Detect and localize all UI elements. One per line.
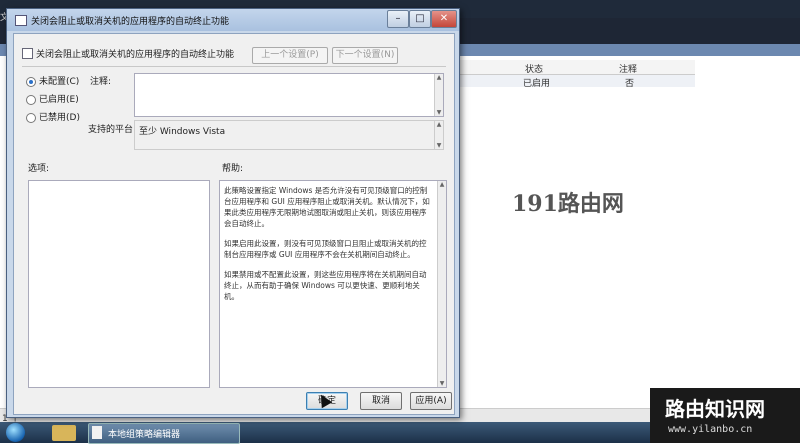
background-table-row[interactable]: 已启用 否 xyxy=(455,75,695,89)
scroll-down-icon[interactable]: ▼ xyxy=(438,380,446,387)
options-panel xyxy=(28,180,210,388)
apply-button[interactable]: 应用(A) xyxy=(410,392,452,410)
help-scrollbar[interactable]: ▲ ▼ xyxy=(437,181,446,387)
radio-not-configured[interactable]: 未配置(C) xyxy=(26,74,80,87)
window-icon xyxy=(15,15,27,26)
radio-dot xyxy=(26,94,36,105)
windows-start-icon[interactable] xyxy=(6,423,25,442)
policy-dialog: 关闭会阻止或取消关机的应用程序的自动终止功能 – □ ✕ 关闭会阻止或取消关机的… xyxy=(6,8,460,418)
help-text: 此策略设置指定 Windows 是否允许没有可见顶级窗口的控制台应用程序和 GU… xyxy=(224,185,430,311)
folder-icon[interactable] xyxy=(52,425,76,441)
setting-title: 关闭会阻止或取消关机的应用程序的自动终止功能 xyxy=(36,50,235,60)
taskbar-app-label: 本地组策略编辑器 xyxy=(108,430,181,440)
watermark-corner: 路由知识网 xyxy=(665,397,765,421)
help-paragraph: 此策略设置指定 Windows 是否允许没有可见顶级窗口的控制台应用程序和 GU… xyxy=(224,186,430,228)
radio-label: 未配置(C) xyxy=(39,77,80,87)
row-comment: 否 xyxy=(625,79,635,89)
dialog-title-bar[interactable]: 关闭会阻止或取消关机的应用程序的自动终止功能 – □ ✕ xyxy=(7,9,459,31)
close-button[interactable]: ✕ xyxy=(431,10,457,28)
scroll-down-icon[interactable]: ▼ xyxy=(435,142,443,149)
radio-dot xyxy=(26,112,36,123)
watermark-main: 191路由网 xyxy=(512,191,624,217)
platform-value: 至少 Windows Vista xyxy=(139,127,226,137)
platform-field: 至少 Windows Vista ▲ ▼ xyxy=(134,120,444,150)
column-status-header[interactable]: 状态 xyxy=(525,62,543,75)
minimize-button[interactable]: – xyxy=(387,10,409,28)
dialog-content: 关闭会阻止或取消关机的应用程序的自动终止功能 上一个设置(P) 下一个设置(N)… xyxy=(13,33,455,415)
previous-setting-button[interactable]: 上一个设置(P) xyxy=(252,47,328,64)
scroll-down-icon[interactable]: ▼ xyxy=(435,109,443,116)
scroll-up-icon[interactable]: ▲ xyxy=(435,74,443,81)
setting-icon xyxy=(22,48,33,59)
radio-enabled[interactable]: 已启用(E) xyxy=(26,92,79,105)
scroll-up-icon[interactable]: ▲ xyxy=(438,181,446,188)
radio-disabled[interactable]: 已禁用(D) xyxy=(26,110,80,123)
radio-label: 已禁用(D) xyxy=(39,113,80,123)
help-paragraph: 如果禁用或不配置此设置，则这些应用程序将在关机期间自动终止，从而有助于确保 Wi… xyxy=(224,270,427,301)
help-label: 帮助: xyxy=(222,164,244,174)
dialog-title: 关闭会阻止或取消关机的应用程序的自动终止功能 xyxy=(31,17,230,27)
help-paragraph: 如果启用此设置，则没有可见顶级窗口且阻止或取消关机的控制台应用程序或 GUI 应… xyxy=(224,239,427,259)
document-icon xyxy=(92,426,102,439)
radio-label: 已启用(E) xyxy=(39,95,79,105)
note-textarea[interactable]: ▲ ▼ xyxy=(134,73,444,117)
divider xyxy=(22,66,446,67)
next-setting-button[interactable]: 下一个设置(N) xyxy=(332,47,398,64)
radio-dot-selected xyxy=(26,76,36,87)
note-scrollbar[interactable]: ▲ ▼ xyxy=(434,74,443,116)
row-status: 已启用 xyxy=(523,79,551,89)
scroll-up-icon[interactable]: ▲ xyxy=(435,121,443,128)
column-comment-header[interactable]: 注释 xyxy=(619,62,637,75)
background-column-header: 状态 注释 xyxy=(455,60,695,75)
help-panel: 此策略设置指定 Windows 是否允许没有可见顶级窗口的控制台应用程序和 GU… xyxy=(219,180,447,388)
platform-label: 支持的平台: xyxy=(88,125,137,135)
note-label: 注释: xyxy=(90,77,112,87)
platform-scrollbar[interactable]: ▲ ▼ xyxy=(434,121,443,149)
cancel-button[interactable]: 取消 xyxy=(360,392,402,410)
maximize-button[interactable]: □ xyxy=(409,10,431,28)
watermark-url: www.yilanbo.cn xyxy=(668,424,753,435)
options-label: 选项: xyxy=(28,164,50,174)
